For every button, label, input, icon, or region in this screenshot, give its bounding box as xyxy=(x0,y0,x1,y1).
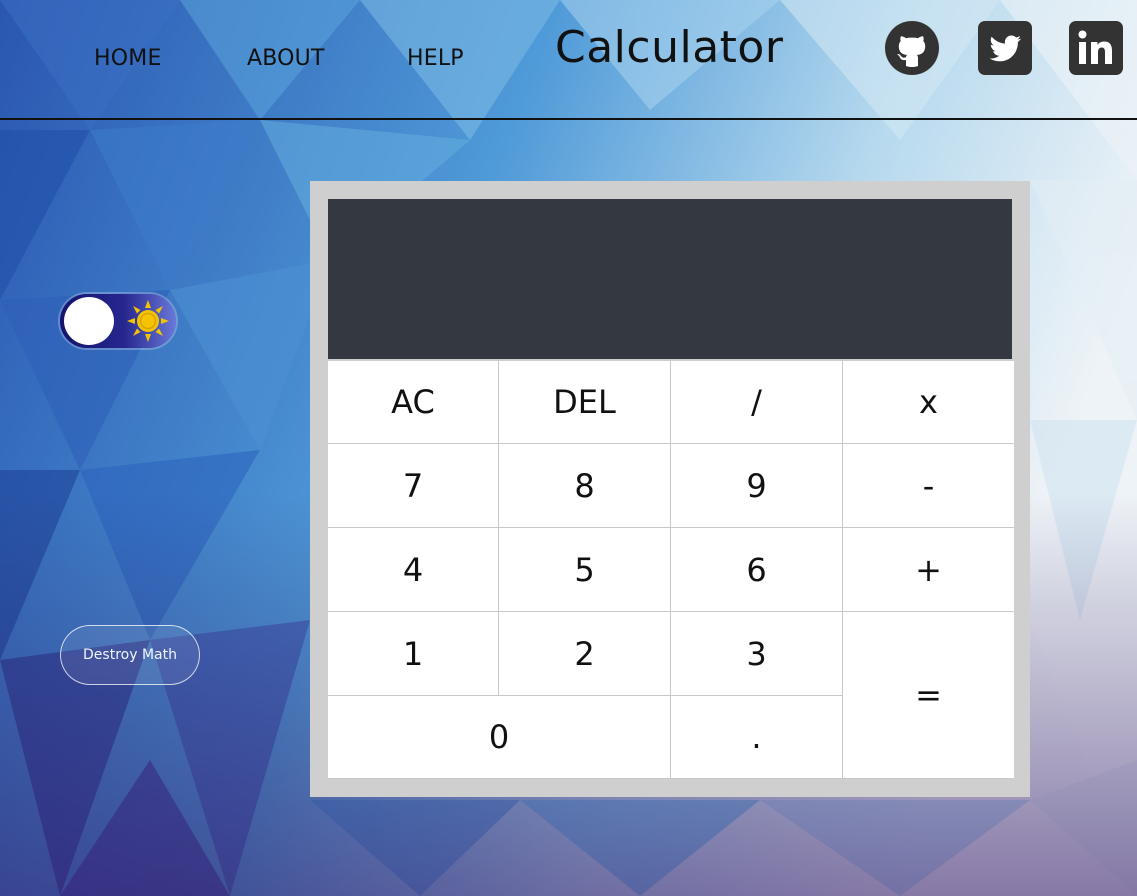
key-delete[interactable]: DEL xyxy=(499,361,670,443)
key-0[interactable]: 0 xyxy=(328,696,670,778)
nav-link-home[interactable]: HOME xyxy=(94,46,162,71)
current-operand xyxy=(346,245,994,295)
previous-operand xyxy=(346,215,994,245)
top-navbar: HOME ABOUT HELP Calculator xyxy=(0,0,1137,120)
key-all-clear[interactable]: AC xyxy=(328,361,498,443)
twitter-icon xyxy=(978,21,1032,75)
page-title: Calculator xyxy=(555,22,784,73)
theme-toggle[interactable] xyxy=(60,294,176,348)
calculator-keypad: AC DEL / x 7 8 9 - 4 5 6 + 1 2 3 = 0 . xyxy=(328,361,1014,779)
key-6[interactable]: 6 xyxy=(671,528,842,611)
key-minus[interactable]: - xyxy=(843,444,1014,527)
calculator-display xyxy=(328,199,1012,359)
github-link[interactable] xyxy=(884,20,940,76)
destroy-math-button[interactable]: Destroy Math xyxy=(60,625,200,685)
key-7[interactable]: 7 xyxy=(328,444,498,527)
key-3[interactable]: 3 xyxy=(671,612,842,695)
app-root: HOME ABOUT HELP Calculator Destroy Math … xyxy=(0,0,1137,896)
linkedin-link[interactable] xyxy=(1068,20,1124,76)
linkedin-icon xyxy=(1069,21,1123,75)
nav-link-about[interactable]: ABOUT xyxy=(247,46,325,71)
key-9[interactable]: 9 xyxy=(671,444,842,527)
key-multiply[interactable]: x xyxy=(843,361,1014,443)
toggle-knob xyxy=(64,297,114,345)
key-4[interactable]: 4 xyxy=(328,528,498,611)
key-2[interactable]: 2 xyxy=(499,612,670,695)
key-decimal[interactable]: . xyxy=(671,696,842,778)
calculator: AC DEL / x 7 8 9 - 4 5 6 + 1 2 3 = 0 . xyxy=(310,181,1030,797)
key-5[interactable]: 5 xyxy=(499,528,670,611)
nav-link-help[interactable]: HELP xyxy=(407,46,464,71)
key-8[interactable]: 8 xyxy=(499,444,670,527)
key-1[interactable]: 1 xyxy=(328,612,498,695)
sun-icon xyxy=(127,300,169,342)
key-plus[interactable]: + xyxy=(843,528,1014,611)
key-equals[interactable]: = xyxy=(843,612,1014,778)
key-divide[interactable]: / xyxy=(671,361,842,443)
github-icon xyxy=(885,21,939,75)
twitter-link[interactable] xyxy=(977,20,1033,76)
